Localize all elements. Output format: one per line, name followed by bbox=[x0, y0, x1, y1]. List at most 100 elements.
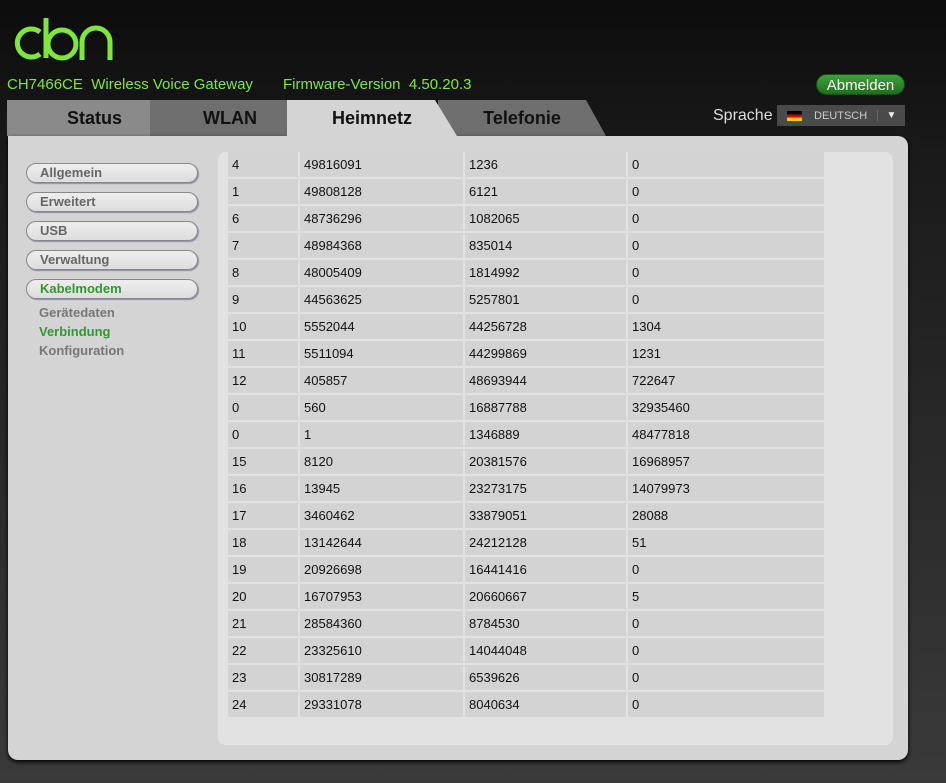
sidebar-item-erweitert[interactable]: Erweitert bbox=[26, 192, 198, 212]
table-cell: 0 bbox=[628, 638, 824, 663]
table-cell: 7 bbox=[228, 233, 298, 258]
table-cell: 17 bbox=[228, 503, 298, 528]
table-row: 17 3460462 33879051 28088 bbox=[228, 503, 824, 528]
table-cell: 16968957 bbox=[628, 449, 824, 474]
table-row: 15 8120 20381576 16968957 bbox=[228, 449, 824, 474]
table-cell: 0 bbox=[228, 422, 298, 447]
table-row: 24 29331078 8040634 0 bbox=[228, 692, 824, 717]
table-cell: 0 bbox=[628, 152, 824, 177]
table-cell: 5511094 bbox=[300, 341, 463, 366]
table-row: 8 48005409 1814992 0 bbox=[228, 260, 824, 285]
table-cell: 20660667 bbox=[465, 584, 626, 609]
table-cell: 5 bbox=[628, 584, 824, 609]
table-row: 6 48736296 1082065 0 bbox=[228, 206, 824, 231]
table-cell: 0 bbox=[628, 260, 824, 285]
table-cell: 8120 bbox=[300, 449, 463, 474]
table-cell: 24212128 bbox=[465, 530, 626, 555]
table-cell: 33879051 bbox=[465, 503, 626, 528]
table-cell: 4 bbox=[228, 152, 298, 177]
sidebar-item-kabelmodem[interactable]: Kabelmodem bbox=[26, 279, 198, 299]
tab-heimnetz[interactable]: Heimnetz bbox=[287, 100, 457, 136]
table-cell: 19 bbox=[228, 557, 298, 582]
table-cell: 28088 bbox=[628, 503, 824, 528]
sidebar-item-allgemein[interactable]: Allgemein bbox=[26, 163, 198, 183]
table-cell: 835014 bbox=[465, 233, 626, 258]
table-row: 11 5511094 44299869 1231 bbox=[228, 341, 824, 366]
table-cell: 6121 bbox=[465, 179, 626, 204]
table-cell: 1 bbox=[300, 422, 463, 447]
table-row: 18 13142644 24212128 51 bbox=[228, 530, 824, 555]
table-cell: 8784530 bbox=[465, 611, 626, 636]
table-cell: 10 bbox=[228, 314, 298, 339]
sidebar-item-usb[interactable]: USB bbox=[26, 221, 198, 241]
table-row: 0 1 1346889 48477818 bbox=[228, 422, 824, 447]
table-cell: 1 bbox=[228, 179, 298, 204]
table-cell: 44299869 bbox=[465, 341, 626, 366]
table-cell: 51 bbox=[628, 530, 824, 555]
table-cell: 0 bbox=[628, 611, 824, 636]
table-cell: 18 bbox=[228, 530, 298, 555]
table-row: 12 405857 48693944 722647 bbox=[228, 368, 824, 393]
table-cell: 48984368 bbox=[300, 233, 463, 258]
table-cell: 9 bbox=[228, 287, 298, 312]
table-cell: 32935460 bbox=[628, 395, 824, 420]
language-value: DEUTSCH bbox=[814, 109, 868, 122]
table-cell: 21 bbox=[228, 611, 298, 636]
table-row: 20 16707953 20660667 5 bbox=[228, 584, 824, 609]
table-row: 16 13945 23273175 14079973 bbox=[228, 476, 824, 501]
table-cell: 1814992 bbox=[465, 260, 626, 285]
table-cell: 44256728 bbox=[465, 314, 626, 339]
table-cell: 12 bbox=[228, 368, 298, 393]
logout-button[interactable]: Abmelden bbox=[816, 74, 905, 95]
table-row: 0 560 16887788 32935460 bbox=[228, 395, 824, 420]
table-cell: 14044048 bbox=[465, 638, 626, 663]
table-cell: 14079973 bbox=[628, 476, 824, 501]
table-cell: 48005409 bbox=[300, 260, 463, 285]
table-cell: 5257801 bbox=[465, 287, 626, 312]
table-cell: 49808128 bbox=[300, 179, 463, 204]
table-cell: 722647 bbox=[628, 368, 824, 393]
table-cell: 20 bbox=[228, 584, 298, 609]
table-cell: 22 bbox=[228, 638, 298, 663]
german-flag-icon bbox=[787, 110, 802, 121]
language-select[interactable]: DEUTSCH ▼ bbox=[777, 105, 905, 126]
model-name: CH7466CE Wireless Voice Gateway bbox=[7, 76, 253, 93]
table-cell: 0 bbox=[628, 665, 824, 690]
table-row: 21 28584360 8784530 0 bbox=[228, 611, 824, 636]
chevron-down-icon[interactable]: ▼ bbox=[877, 110, 905, 121]
sidebar-subitem-konfiguration[interactable]: Konfiguration bbox=[26, 343, 198, 365]
table-cell: 16887788 bbox=[465, 395, 626, 420]
tab-telefonie[interactable]: Telefonie bbox=[438, 100, 606, 136]
tab-wlan[interactable]: WLAN bbox=[150, 100, 310, 136]
table-row: 19 20926698 16441416 0 bbox=[228, 557, 824, 582]
sidebar-item-verwaltung[interactable]: Verwaltung bbox=[26, 250, 198, 270]
table-cell: 30817289 bbox=[300, 665, 463, 690]
table-cell: 24 bbox=[228, 692, 298, 717]
table-row: 1 49808128 6121 0 bbox=[228, 179, 824, 204]
table-cell: 20381576 bbox=[465, 449, 626, 474]
table-cell: 13945 bbox=[300, 476, 463, 501]
table-cell: 1304 bbox=[628, 314, 824, 339]
table-cell: 0 bbox=[628, 287, 824, 312]
table-cell: 28584360 bbox=[300, 611, 463, 636]
table-cell: 8040634 bbox=[465, 692, 626, 717]
table-cell: 44563625 bbox=[300, 287, 463, 312]
channel-table: 4 49816091 1236 0 1 49808128 6121 0 6 48736296 108… bbox=[226, 152, 826, 719]
table-cell: 405857 bbox=[300, 368, 463, 393]
table-cell: 16707953 bbox=[300, 584, 463, 609]
table-cell: 8 bbox=[228, 260, 298, 285]
table-cell: 48736296 bbox=[300, 206, 463, 231]
table-cell: 1082065 bbox=[465, 206, 626, 231]
table-cell: 23325610 bbox=[300, 638, 463, 663]
table-cell: 0 bbox=[628, 557, 824, 582]
table-row: 4 49816091 1236 0 bbox=[228, 152, 824, 177]
table-cell: 560 bbox=[300, 395, 463, 420]
table-cell: 0 bbox=[628, 692, 824, 717]
table-cell: 23273175 bbox=[465, 476, 626, 501]
table-cell: 15 bbox=[228, 449, 298, 474]
table-cell: 1236 bbox=[465, 152, 626, 177]
table-cell: 0 bbox=[628, 179, 824, 204]
channel-table-container: 4 49816091 1236 0 1 49808128 6121 0 6 48736296 108… bbox=[218, 152, 893, 745]
table-cell: 23 bbox=[228, 665, 298, 690]
table-cell: 6539626 bbox=[465, 665, 626, 690]
